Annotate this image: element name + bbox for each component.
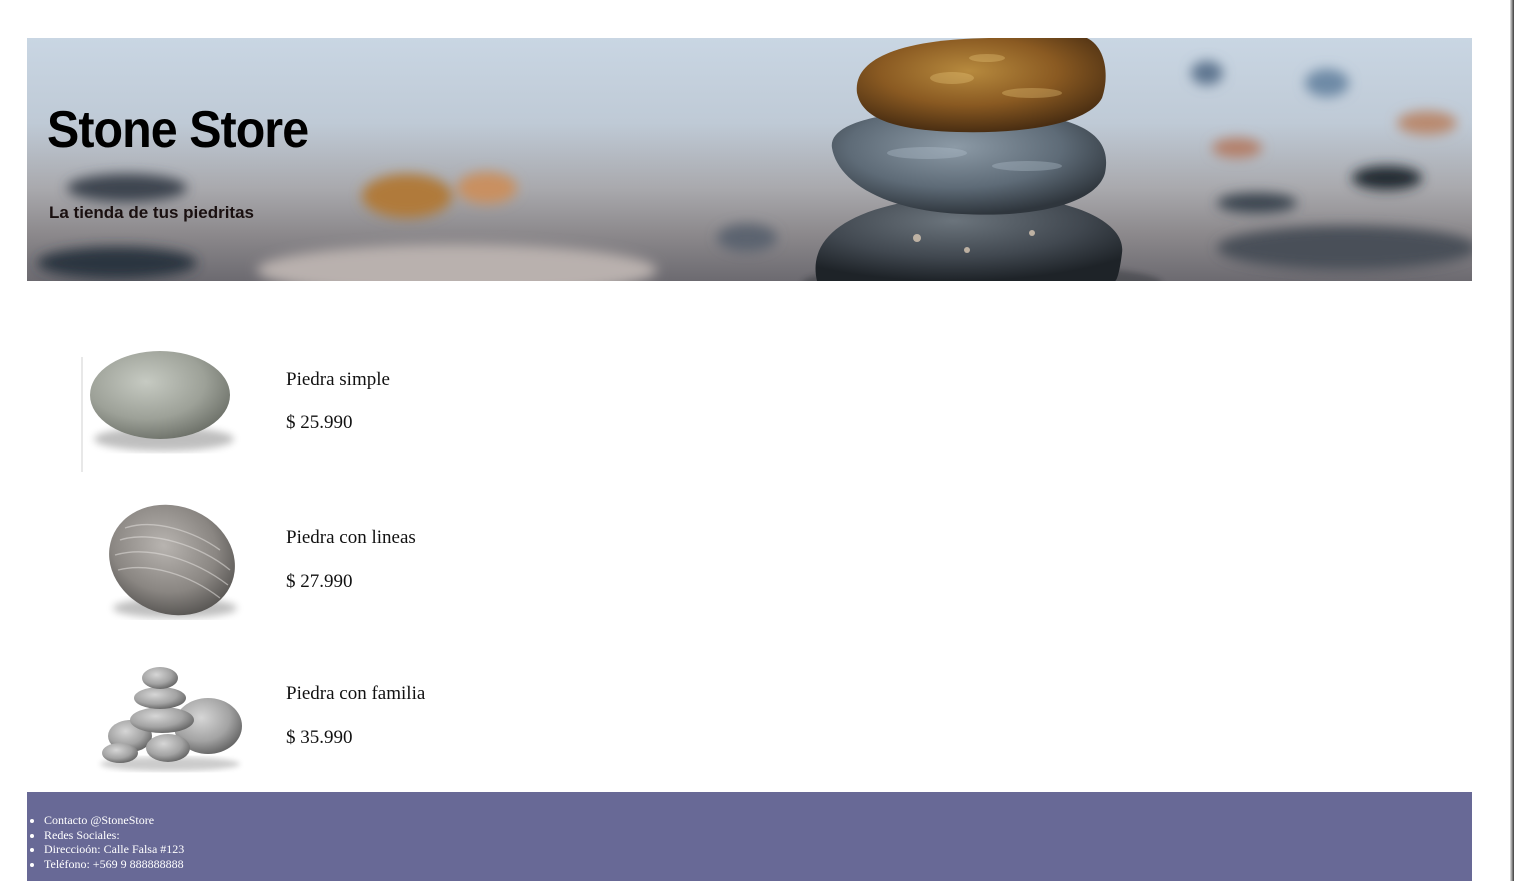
hero-banner: Stone Store La tienda de tus piedritas	[27, 38, 1472, 281]
footer-contact: Contacto @StoneStore	[44, 813, 184, 828]
store-title: Stone Store	[47, 101, 309, 159]
product-item-piedra-con-lineas: Piedra con lineas $ 27.990	[0, 500, 700, 630]
store-tagline: La tienda de tus piedritas	[49, 203, 254, 222]
window-edge	[1510, 0, 1514, 881]
stone-family-image	[100, 667, 242, 771]
product-price: $ 35.990	[286, 727, 353, 748]
product-price: $ 27.990	[286, 571, 353, 592]
product-item-piedra-con-familia: Piedra con familia $ 35.990	[0, 658, 700, 788]
striped-stone-image	[109, 504, 237, 618]
product-name: Piedra simple	[286, 369, 390, 390]
product-item-piedra-simple: Piedra simple $ 25.990	[0, 347, 700, 477]
footer-social-networks: Redes Sociales:	[44, 828, 184, 843]
footer-info-list: Contacto @StoneStore Redes Sociales: Dir…	[27, 813, 184, 871]
smooth-stone-image	[81, 351, 234, 472]
footer-phone: Teléfono: +569 9 888888888	[44, 857, 184, 872]
product-name: Piedra con lineas	[286, 527, 416, 548]
product-price: $ 25.990	[286, 412, 353, 433]
footer-address: Direccioón: Calle Falsa #123	[44, 842, 184, 857]
footer: Contacto @StoneStore Redes Sociales: Dir…	[27, 792, 1472, 881]
product-name: Piedra con familia	[286, 683, 426, 704]
